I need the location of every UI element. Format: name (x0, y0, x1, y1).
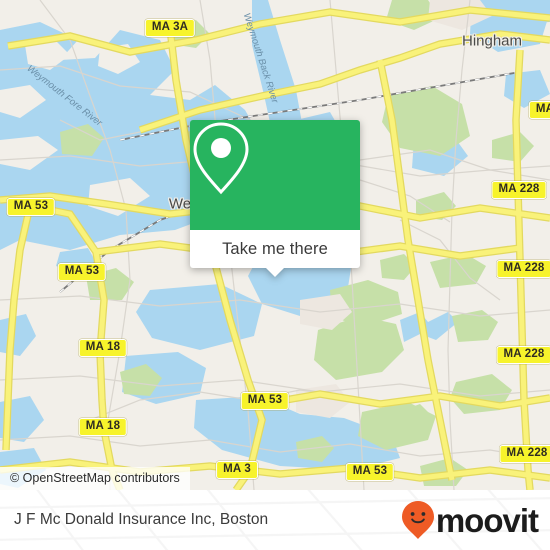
map-canvas[interactable]: Weymouth Fore River Weymouth Back River … (0, 0, 550, 490)
road-shield: MA 3A (144, 19, 196, 37)
location-popup-card[interactable]: Take me there (190, 120, 360, 277)
take-me-there-button[interactable]: Take me there (190, 230, 360, 268)
moovit-smiley-pin-icon (401, 501, 434, 539)
popup-image-area (190, 120, 360, 230)
moovit-wordmark: moovit (435, 501, 539, 539)
road-shield: MA 228 (491, 181, 547, 199)
road-shield: MA (528, 101, 550, 119)
road-shield: MA 18 (78, 418, 128, 436)
moovit-logo[interactable]: moovit (401, 500, 539, 540)
road-shield: MA 53 (57, 263, 107, 281)
map-attribution[interactable]: © OpenStreetMap contributors (0, 467, 190, 490)
road-shield: MA 228 (499, 445, 550, 463)
popup-pointer (266, 268, 284, 277)
road-shield: MA 3 (216, 461, 258, 479)
road-shield: MA 53 (6, 198, 56, 216)
moovit-map-screen: Weymouth Fore River Weymouth Back River … (0, 0, 550, 550)
road-shield: MA 53 (345, 463, 395, 481)
road-shield: MA 18 (78, 339, 128, 357)
place-label-weymouth: We (168, 195, 192, 213)
footer-bar: J F Mc Donald Insurance Inc, Boston moov… (0, 490, 550, 550)
page-title: J F Mc Donald Insurance Inc, Boston (14, 511, 269, 528)
place-label-hingham: Hingham (461, 32, 523, 50)
map-pin-icon (193, 122, 249, 195)
road-shield: MA 53 (240, 392, 290, 410)
road-shield: MA 228 (496, 260, 550, 278)
road-shield: MA 228 (496, 346, 550, 364)
take-me-there-label: Take me there (222, 239, 328, 258)
